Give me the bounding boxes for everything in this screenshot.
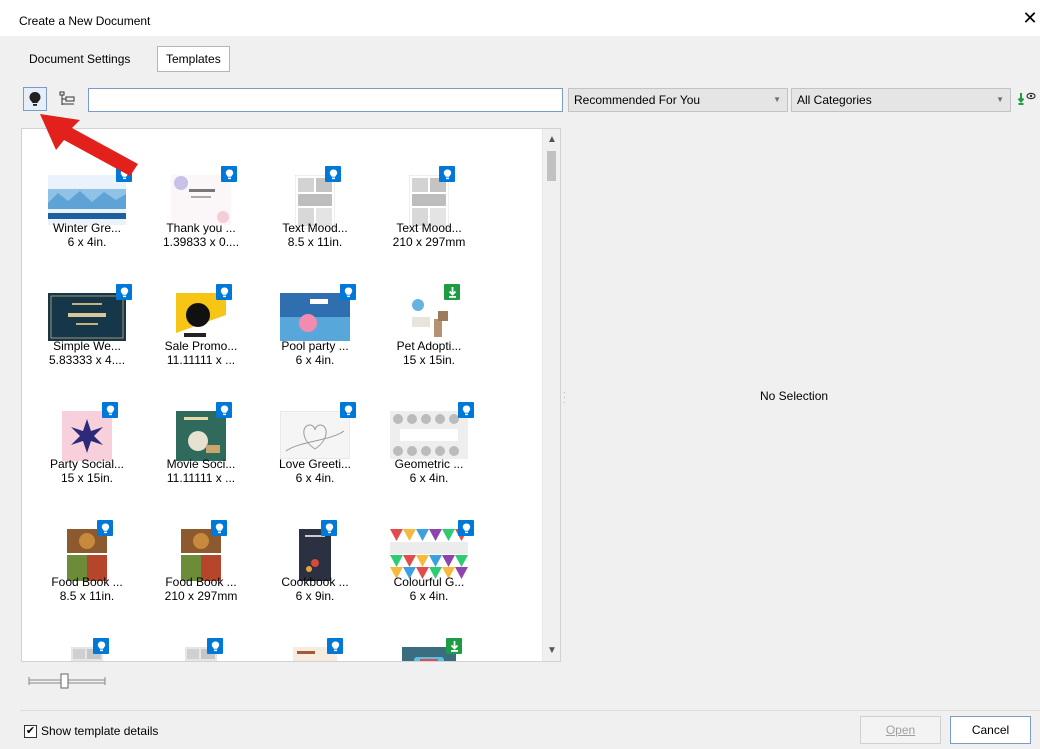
template-tile[interactable]: Geometric ... 6 x 4in.	[372, 365, 486, 489]
panel-splitter[interactable]: · · ·	[563, 389, 566, 407]
recommended-badge-icon	[93, 638, 109, 654]
categories-dropdown[interactable]: All Categories ▼	[791, 88, 1011, 112]
title-bar: Create a New Document ✕	[0, 0, 1040, 36]
template-name: Food Book ...	[165, 575, 237, 589]
recommended-badge-icon	[207, 638, 223, 654]
recommended-badge-icon	[327, 638, 343, 654]
template-thumbnail	[280, 293, 350, 344]
recommended-dropdown-value: Recommended For You	[574, 93, 701, 107]
template-name: Food Book ...	[51, 575, 123, 589]
cancel-button[interactable]: Cancel	[950, 716, 1031, 744]
thumbnail-size-slider[interactable]	[27, 673, 107, 689]
recommended-badge-icon	[458, 402, 474, 418]
template-tile[interactable]	[372, 601, 486, 661]
download-badge-icon	[446, 638, 462, 654]
scroll-thumb[interactable]	[547, 151, 556, 181]
template-tile[interactable]: Pet Adopti... 15 x 15in.	[372, 247, 486, 371]
template-name: Pet Adopti...	[396, 339, 462, 353]
template-tile[interactable]: Love Greeti... 6 x 4in.	[258, 365, 372, 489]
recommended-badge-icon	[458, 520, 474, 536]
template-tile[interactable]: Colourful G... 6 x 4in.	[372, 483, 486, 607]
details-no-selection: No Selection	[760, 389, 829, 403]
tab-templates[interactable]: Templates	[157, 46, 230, 72]
scroll-up-icon[interactable]: ▲	[543, 134, 560, 145]
template-tile[interactable]: Cookbook ... 6 x 9in.	[258, 483, 372, 607]
template-grid[interactable]: ▲ ▼ Winter Gre... 6 x 4in. Thank you ... 1.…	[21, 128, 561, 662]
recommended-badge-icon	[439, 166, 455, 182]
template-name: Sale Promo...	[164, 339, 238, 353]
show-details-checkbox[interactable]: ✔	[24, 725, 37, 738]
recommended-badge-icon	[216, 402, 232, 418]
template-tile[interactable]: Food Book ... 8.5 x 11in.	[30, 483, 144, 607]
template-name: Movie Soci...	[166, 457, 236, 471]
vertical-scrollbar[interactable]: ▲ ▼	[542, 129, 560, 661]
download-badge-icon	[444, 284, 460, 300]
open-button[interactable]: Open	[860, 716, 941, 744]
template-tile[interactable]: Text Mood... 210 x 297mm	[372, 129, 486, 253]
template-name: Winter Gre...	[52, 221, 121, 235]
template-tile[interactable]	[258, 601, 372, 661]
template-tile[interactable]: Text Mood... 8.5 x 11in.	[258, 129, 372, 253]
template-tile[interactable]: Sale Promo... 11.11111 x ...	[144, 247, 258, 371]
template-tile[interactable]: Food Book ... 210 x 297mm	[144, 483, 258, 607]
template-tile[interactable]: Thank you ... 1.39833 x 0....	[144, 129, 258, 253]
scroll-down-icon[interactable]: ▼	[543, 645, 560, 656]
tab-document-settings[interactable]: Document Settings	[20, 46, 139, 72]
template-name: Colourful G...	[393, 575, 465, 589]
recommended-badge-icon	[97, 520, 113, 536]
template-tile[interactable]: Simple We... 5.83333 x 4....	[30, 247, 144, 371]
recommended-dropdown[interactable]: Recommended For You ▼	[568, 88, 788, 112]
template-name: Party Social...	[49, 457, 125, 471]
lightbulb-icon	[29, 92, 41, 106]
search-input[interactable]	[88, 88, 563, 112]
recommended-badge-icon	[216, 284, 232, 300]
recommended-badge-icon	[102, 402, 118, 418]
template-thumbnail	[390, 411, 468, 462]
annotation-arrow-icon	[40, 114, 138, 176]
template-name: Cookbook ...	[281, 575, 349, 589]
template-thumbnail	[280, 411, 350, 462]
recommended-badge-icon	[325, 166, 341, 182]
template-name: Pool party ...	[281, 339, 349, 353]
tree-view-icon	[59, 91, 75, 105]
recommended-badge-icon	[340, 402, 356, 418]
show-details-label[interactable]: Show template details	[41, 724, 158, 738]
template-tile[interactable]	[30, 601, 144, 661]
template-name: Thank you ...	[166, 221, 236, 235]
template-tile[interactable]: Movie Soci... 11.11111 x ...	[144, 365, 258, 489]
template-tile[interactable]: Pool party ... 6 x 4in.	[258, 247, 372, 371]
template-name: Text Mood...	[282, 221, 348, 235]
template-name: Simple We...	[53, 339, 121, 353]
recommended-badge-icon	[340, 284, 356, 300]
recommended-badge-icon	[221, 166, 237, 182]
template-name: Love Greeti...	[278, 457, 352, 471]
recommended-badge-icon	[211, 520, 227, 536]
template-tile[interactable]: Party Social... 15 x 15in.	[30, 365, 144, 489]
window-title: Create a New Document	[19, 14, 151, 28]
template-name: Geometric ...	[394, 457, 464, 471]
categories-dropdown-value: All Categories	[797, 93, 872, 107]
footer-divider	[20, 710, 1040, 711]
template-thumbnail	[48, 293, 126, 344]
close-icon[interactable]: ✕	[1020, 8, 1040, 30]
recommended-badge-icon	[321, 520, 337, 536]
chevron-down-icon: ▼	[773, 95, 781, 104]
template-tile[interactable]	[144, 601, 258, 661]
download-preview-icon[interactable]	[1017, 90, 1037, 108]
chevron-down-icon: ▼	[996, 95, 1004, 104]
template-name: Text Mood...	[396, 221, 462, 235]
recommended-badge-icon	[116, 284, 132, 300]
